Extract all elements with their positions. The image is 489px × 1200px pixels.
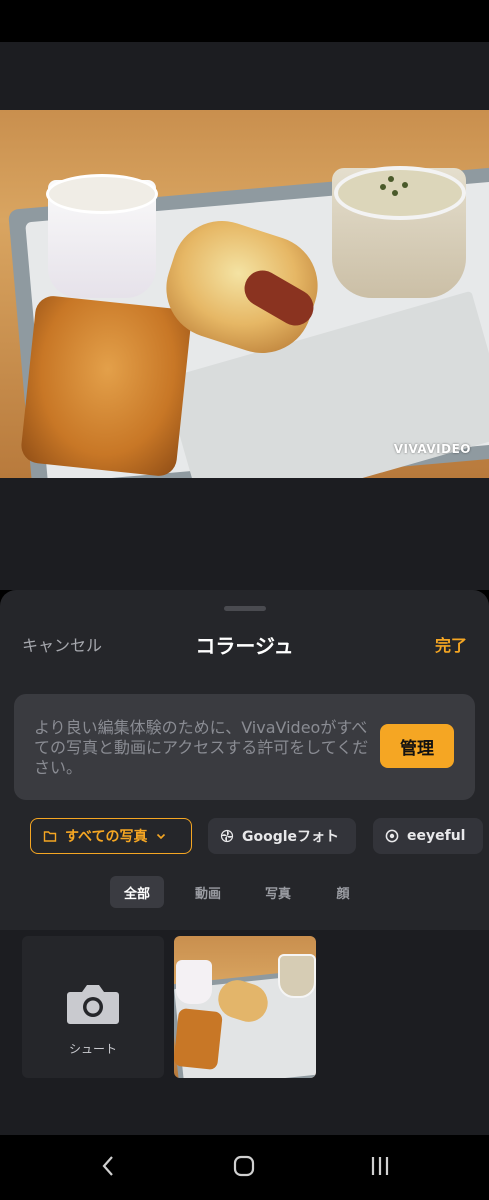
permission-notice: より良い編集体験のために、VivaVideoがすべての写真と動画にアクセスする許…: [14, 694, 475, 800]
tab-all[interactable]: 全部: [110, 876, 164, 908]
status-bar: [0, 0, 489, 42]
done-button[interactable]: 完了: [435, 632, 467, 656]
home-icon: [232, 1154, 256, 1182]
sheet-title: コラージュ: [195, 634, 294, 658]
source-chip-google-photos[interactable]: Googleフォト: [208, 818, 356, 854]
pinwheel-icon: [220, 829, 234, 843]
collage-preview-photo[interactable]: VIVAVIDEO: [0, 110, 489, 478]
back-icon: [101, 1154, 115, 1182]
source-chip-all-photos[interactable]: すべての写真: [30, 818, 192, 854]
camera-icon: [66, 980, 120, 1032]
source-chip-eeyeful[interactable]: eeyeful: [373, 818, 483, 854]
camera-label: シュート: [68, 1042, 117, 1056]
recent-apps-button[interactable]: [360, 1153, 400, 1183]
photo-pastry: [19, 294, 193, 478]
folder-icon: [43, 829, 57, 843]
manage-button[interactable]: 管理: [380, 724, 454, 768]
tab-photo[interactable]: 写真: [251, 876, 305, 908]
chevron-down-icon: [155, 830, 167, 842]
source-selector: すべての写真 Googleフォト eeyeful: [0, 818, 489, 856]
eye-icon: [385, 829, 399, 843]
camera-shoot-button[interactable]: シュート: [22, 936, 164, 1078]
sheet-drag-handle[interactable]: [224, 606, 266, 611]
system-nav-bar: [0, 1135, 489, 1200]
back-button[interactable]: [88, 1153, 128, 1183]
permission-message: より良い編集体験のために、VivaVideoがすべての写真と動画にアクセスする許…: [34, 718, 369, 777]
home-button[interactable]: [224, 1153, 264, 1183]
tab-video[interactable]: 動画: [181, 876, 235, 908]
media-grid: シュート: [0, 930, 489, 1135]
watermark: VIVAVIDEO: [393, 442, 471, 456]
tab-face[interactable]: 顔: [316, 876, 370, 908]
media-filter-tabs: 全部 動画 写真 顔: [0, 876, 489, 908]
media-thumbnail[interactable]: [174, 936, 316, 1078]
recent-apps-icon: [368, 1155, 392, 1181]
